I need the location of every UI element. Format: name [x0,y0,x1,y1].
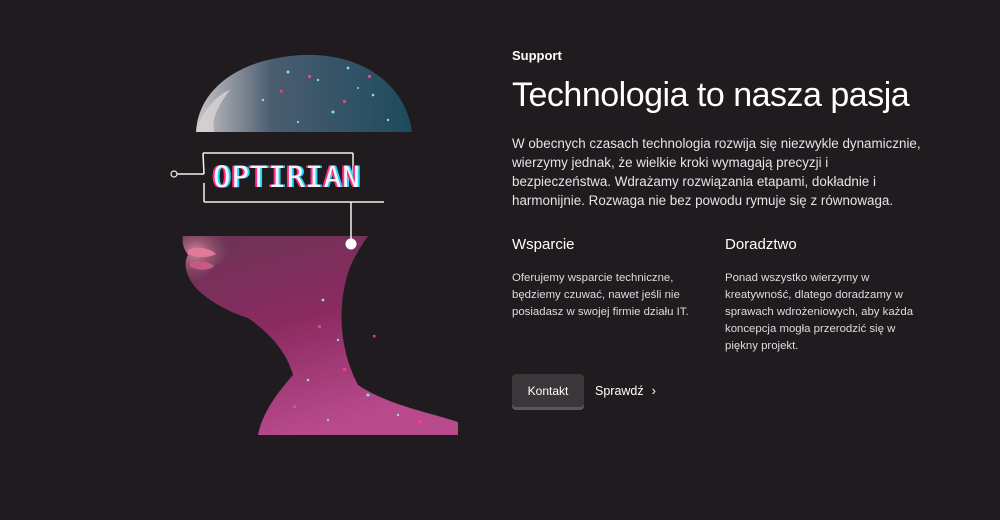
contact-button[interactable]: Kontakt [512,374,584,407]
feature-text: Ponad wszystko wierzymy w kreatywność, d… [725,272,914,352]
check-link-label: Sprawdź [595,383,644,398]
feature-title: Doradztwo [725,236,797,253]
section-eyebrow: Support [512,48,562,63]
section-lead: W obecnych czasach technologia rozwija s… [512,136,921,208]
feature-title: Wsparcie [512,236,575,253]
chevron-right-icon: › [651,383,656,398]
feature-consulting: Doradztwo Ponad wszystko wierzymy w krea… [725,236,915,355]
check-link[interactable]: Sprawdź › [595,383,656,398]
section-title: Technologia to nasza pasja [512,76,910,114]
feature-text: Oferujemy wsparcie techniczne, będziemy … [512,272,689,318]
digital-head-illustration [170,54,458,435]
optirian-logo: OPTIRIAN [213,160,361,194]
feature-support: Wsparcie Oferujemy wsparcie techniczne, … [512,236,702,321]
hero-image [168,50,458,435]
